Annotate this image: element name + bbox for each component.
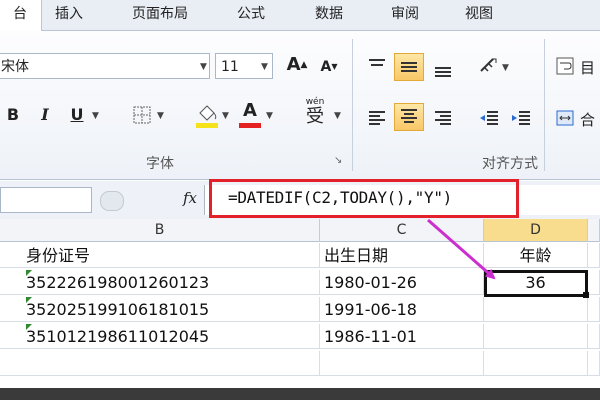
cell-e3[interactable] xyxy=(588,297,600,322)
increase-indent-icon xyxy=(512,111,530,125)
grow-font-button[interactable]: A▲ xyxy=(286,53,308,79)
tab-view[interactable]: 视图 xyxy=(454,0,504,30)
error-indicator-icon xyxy=(26,297,32,303)
group-divider xyxy=(352,39,353,171)
cell-d3[interactable] xyxy=(484,297,588,322)
italic-button[interactable]: I xyxy=(34,103,56,127)
cell-b2[interactable]: 352226198001260123 xyxy=(0,270,320,295)
paint-bucket-icon xyxy=(196,105,218,128)
column-header-c[interactable]: C xyxy=(320,219,484,242)
fill-color-button[interactable] xyxy=(194,101,220,129)
orientation-button[interactable] xyxy=(478,55,500,77)
tab-review[interactable]: 审阅 xyxy=(380,0,430,30)
cell-c5[interactable] xyxy=(320,351,484,376)
cell-c1[interactable]: 出生日期 xyxy=(320,243,484,268)
tab-formulas[interactable]: 公式 xyxy=(226,0,276,30)
insert-function-button[interactable]: fx xyxy=(183,189,197,207)
cell-d4[interactable] xyxy=(484,324,588,349)
align-right-icon xyxy=(435,111,451,125)
align-right-button[interactable] xyxy=(432,107,454,129)
cell-c3[interactable]: 1991-06-18 xyxy=(320,297,484,322)
font-color-icon: A xyxy=(243,100,257,121)
font-color-swatch xyxy=(239,123,261,128)
chevron-down-icon[interactable]: ▼ xyxy=(157,111,164,121)
cell-c2[interactable]: 1980-01-26 xyxy=(320,270,484,295)
border-icon xyxy=(133,106,151,124)
alignment-group-label: 对齐方式 xyxy=(482,156,538,172)
align-top-icon xyxy=(369,59,385,66)
cell-b4[interactable]: 351012198611012045 xyxy=(0,324,320,349)
tab-home[interactable]: 台 xyxy=(0,0,42,31)
font-name-select[interactable]: 宋体 ▼ xyxy=(0,53,210,79)
phonetic-char: 受 xyxy=(306,106,324,127)
tab-data[interactable]: 数据 xyxy=(304,0,354,30)
wrap-text-button[interactable]: 目 xyxy=(554,55,600,79)
error-indicator-icon xyxy=(26,324,32,330)
align-bottom-button[interactable] xyxy=(432,57,454,79)
cell-b1[interactable]: 身份证号 xyxy=(0,243,320,268)
shrink-font-button[interactable]: A▼ xyxy=(318,55,340,79)
cell-e1[interactable] xyxy=(588,243,600,268)
phonetic-button[interactable]: wén 受 xyxy=(300,97,330,131)
ribbon: 宋体 ▼ 11 ▼ A▲ A▼ B I U ▼ ▼ ▼ A ▼ wén 受 ▼ … xyxy=(0,31,600,180)
font-name-value: 宋体 xyxy=(1,59,29,75)
cell-b5[interactable] xyxy=(0,351,320,376)
border-button[interactable] xyxy=(132,105,154,125)
cell-b3[interactable]: 352025199106181015 xyxy=(0,297,320,322)
cell-e2[interactable] xyxy=(588,270,600,295)
ribbon-tab-bar: 台 插入 页面布局 公式 数据 审阅 视图 xyxy=(0,0,600,31)
tab-insert[interactable]: 插入 xyxy=(44,0,94,30)
chevron-down-icon[interactable]: ▼ xyxy=(92,111,99,121)
name-box[interactable] xyxy=(0,187,92,213)
underline-button[interactable]: U xyxy=(66,103,88,127)
chevron-down-icon: ▼ xyxy=(200,62,207,72)
chevron-down-icon[interactable]: ▼ xyxy=(266,111,273,121)
chevron-down-icon[interactable]: ▼ xyxy=(334,111,341,121)
formula-bar-grip[interactable] xyxy=(100,191,124,211)
align-bottom-icon xyxy=(435,67,451,77)
font-size-select[interactable]: 11 ▼ xyxy=(215,53,273,79)
align-left-icon xyxy=(369,111,385,125)
font-size-value: 11 xyxy=(221,59,239,75)
merge-center-button[interactable]: 合 xyxy=(554,107,600,131)
cell-d1[interactable]: 年龄 xyxy=(484,243,588,268)
column-header-d[interactable]: D xyxy=(484,219,588,242)
cell-e5[interactable] xyxy=(588,351,600,376)
chevron-down-icon[interactable]: ▼ xyxy=(222,111,229,121)
decrease-indent-button[interactable] xyxy=(478,107,500,129)
merge-cells-icon xyxy=(556,110,574,126)
bold-button[interactable]: B xyxy=(2,103,24,127)
wrap-text-label: 目 xyxy=(580,59,596,77)
align-center-icon xyxy=(401,109,417,123)
shrink-font-icon: A xyxy=(320,59,332,75)
group-divider xyxy=(544,39,545,171)
dialog-launcher-icon[interactable]: ↘ xyxy=(334,155,342,166)
column-header-b[interactable]: B xyxy=(0,219,320,242)
column-header-e[interactable] xyxy=(588,219,600,242)
align-middle-icon xyxy=(401,62,417,72)
font-group-label: 字体 xyxy=(146,156,174,172)
cell-e4[interactable] xyxy=(588,324,600,349)
cell-d5[interactable] xyxy=(484,351,588,376)
increase-indent-button[interactable] xyxy=(510,107,532,129)
align-middle-button[interactable] xyxy=(394,53,424,81)
align-top-button[interactable] xyxy=(366,55,388,77)
font-color-button[interactable]: A xyxy=(238,99,262,129)
screen-bottom-strip xyxy=(0,388,600,400)
chevron-down-icon[interactable]: ▼ xyxy=(502,63,509,73)
align-left-button[interactable] xyxy=(366,107,388,129)
formula-highlight-box xyxy=(209,179,519,218)
chevron-down-icon: ▼ xyxy=(261,62,268,72)
wrap-text-icon xyxy=(556,57,574,75)
fill-handle[interactable] xyxy=(583,292,589,298)
tab-page-layout[interactable]: 页面布局 xyxy=(118,0,202,30)
text-orientation-icon xyxy=(480,58,497,72)
error-indicator-icon xyxy=(26,270,32,276)
active-cell-border xyxy=(484,270,588,297)
grow-font-icon: A xyxy=(286,54,301,75)
align-center-button[interactable] xyxy=(394,103,424,131)
merge-center-label: 合 xyxy=(580,111,596,129)
decrease-indent-icon xyxy=(480,111,498,125)
cell-c4[interactable]: 1986-11-01 xyxy=(320,324,484,349)
